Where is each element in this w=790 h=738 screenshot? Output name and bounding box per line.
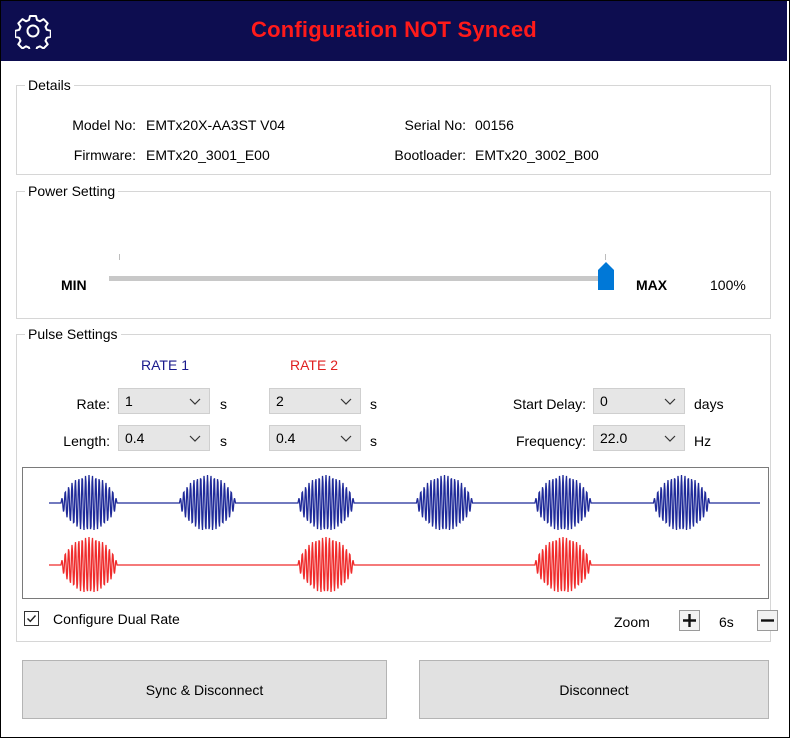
rate2-rate-select[interactable]: 2 [269, 388, 361, 414]
frequency-unit: Hz [694, 433, 712, 449]
chevron-down-icon [664, 435, 676, 442]
rate1-waveform [49, 474, 760, 531]
dual-rate-label: Configure Dual Rate [53, 611, 180, 627]
power-slider-fill [110, 277, 607, 280]
rate1-header: RATE 1 [141, 357, 189, 373]
power-min-label: MIN [61, 277, 87, 293]
chevron-down-icon [664, 398, 676, 405]
power-setting-group: Power Setting [16, 182, 771, 319]
rate2-length-select[interactable]: 0.4 [269, 425, 361, 451]
chevron-down-icon [189, 435, 201, 442]
frequency-label: Frequency: [515, 433, 586, 449]
power-slider-track[interactable] [109, 276, 608, 281]
disconnect-button[interactable]: Disconnect [419, 660, 769, 719]
power-group-label: Power Setting [25, 182, 119, 200]
zoom-label: Zoom [614, 614, 650, 630]
power-slider-thumb[interactable] [598, 262, 614, 290]
slider-tick-max [605, 254, 606, 260]
disconnect-label: Disconnect [559, 681, 629, 698]
chevron-down-icon [340, 435, 352, 442]
length-label: Length: [63, 433, 110, 449]
frequency-select[interactable]: 22.0 [593, 425, 685, 451]
rate1-length-select[interactable]: 0.4 [118, 425, 210, 451]
rate2-waveform [49, 536, 760, 593]
serial-value: 00156 [475, 117, 514, 133]
minus-icon [761, 619, 774, 622]
sync-status-title: Configuration NOT Synced [251, 17, 537, 42]
bootloader-value: EMTx20_3002_B00 [475, 147, 599, 163]
rate2-rate-unit: s [370, 396, 377, 412]
dual-rate-checkbox[interactable] [24, 611, 39, 626]
rate1-length-unit: s [220, 433, 227, 449]
power-max-label: MAX [636, 277, 668, 293]
sync-disconnect-button[interactable]: Sync & Disconnect [22, 660, 387, 719]
rate1-rate-value: 1 [125, 393, 133, 409]
firmware-value: EMTx20_3001_E00 [146, 147, 270, 163]
zoom-in-button[interactable] [679, 610, 700, 631]
start-delay-value: 0 [600, 393, 608, 409]
rate2-length-unit: s [370, 433, 377, 449]
waveform-canvas [49, 474, 760, 593]
start-delay-unit: days [694, 396, 724, 412]
chevron-down-icon [340, 398, 352, 405]
rate1-rate-select[interactable]: 1 [118, 388, 210, 414]
waveform-preview [22, 467, 769, 599]
bootloader-label: Bootloader: [394, 147, 466, 163]
start-delay-select[interactable]: 0 [593, 388, 685, 414]
pulse-group-label: Pulse Settings [25, 325, 121, 343]
power-percent: 100% [710, 277, 746, 293]
frequency-value: 22.0 [600, 430, 628, 446]
title-bar: Configuration NOT Synced [1, 1, 787, 61]
rate1-rate-unit: s [220, 396, 227, 412]
checkmark-icon [27, 615, 37, 623]
plus-icon [683, 614, 696, 627]
firmware-label: Firmware: [73, 147, 136, 163]
start-delay-label: Start Delay: [512, 396, 586, 412]
zoom-value: 6s [719, 614, 734, 630]
model-value: EMTx20X-AA3ST V04 [146, 117, 286, 133]
model-label: Model No: [72, 117, 136, 133]
rate-label: Rate: [76, 396, 110, 412]
rate1-length-value: 0.4 [125, 430, 145, 446]
details-group-label: Details [25, 76, 74, 94]
rate2-rate-value: 2 [276, 393, 284, 409]
serial-label: Serial No: [404, 117, 466, 133]
chevron-down-icon [189, 398, 201, 405]
zoom-out-button[interactable] [757, 610, 778, 631]
slider-tick-min [119, 254, 120, 260]
sync-disconnect-label: Sync & Disconnect [145, 681, 264, 698]
rate2-header: RATE 2 [290, 357, 338, 373]
rate2-length-value: 0.4 [276, 430, 296, 446]
